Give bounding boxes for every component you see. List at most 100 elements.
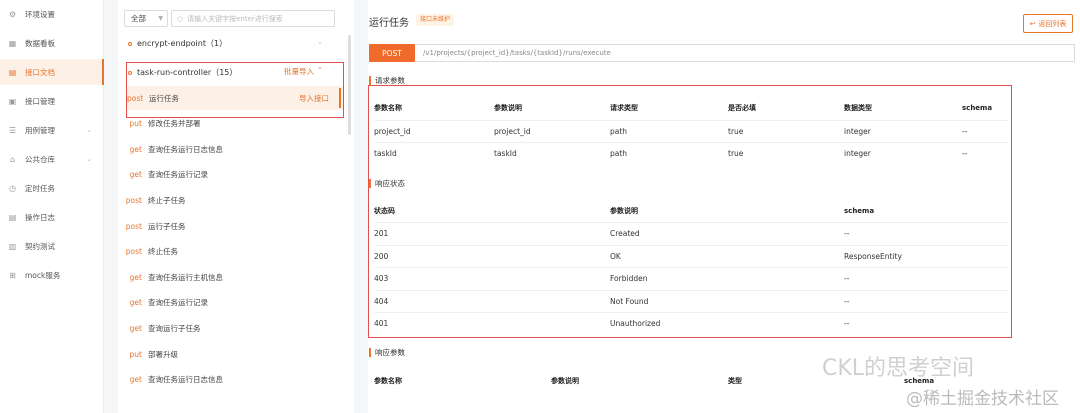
group-encrypt-endpoint[interactable]: encrypt-endpoint（1） [128,38,227,49]
table-cell: path [610,127,628,136]
back-label: 返回列表 [1038,19,1067,28]
watermark: CKL的思考空间 [822,356,975,381]
table-cell: 404 [374,296,389,306]
table-cell: 201 [374,229,389,238]
sidebar-item[interactable]: ▤ 操作日志 [0,204,104,230]
sidebar-item[interactable]: ▤ 接口文档 [0,59,104,85]
section-marker [369,179,371,188]
http-method: get [129,298,142,308]
search-input[interactable]: ○ 请输入关键字按enter进行搜索 [171,10,335,27]
table-cell: integer [844,149,871,158]
section-marker [369,348,371,357]
table-cell: OK [610,251,621,261]
table-cell: -- [962,127,968,136]
api-item[interactable]: post 终止子任务 [118,188,334,212]
group-task-run-controller[interactable]: task-run-controller（15） [128,67,237,78]
table-header: 参数名称 参数说明 请求类型 是否必填 数据类型 schema [374,97,1008,119]
sidebar-item-label: 用例管理 [25,125,55,135]
url-field[interactable]: /v1/projects/{project_id}/tasks/{taskId}… [415,44,1075,62]
http-method: post [125,247,142,257]
sidebar-item[interactable]: ▣ 接口管理 [0,88,104,114]
sidebar-item[interactable]: ⊞ mock服务 [0,262,104,288]
column-header: 参数名称 [374,104,402,112]
table-cell: Forbidden [610,274,648,283]
batch-import-link[interactable]: 批量导入 [284,66,314,77]
column-header: schema [962,104,993,112]
api-name: 部署升级 [148,349,178,359]
page-title: 运行任务 [369,18,409,29]
api-item[interactable]: get 查询任务运行日志信息 [118,368,334,392]
column-header: 类型 [728,377,742,385]
section-title: 响应状态 [375,179,405,188]
gear-icon: ⚙ [8,9,17,19]
case-icon: ☰ [8,125,17,135]
api-item[interactable]: get 查询任务运行记录 [118,291,334,315]
api-item[interactable]: post 运行任务 导入接口 [127,86,343,110]
return-icon: ↩ [1029,19,1036,28]
http-method: get [129,272,142,282]
sidebar-item-label: 数据看板 [25,38,55,48]
api-name: 查询任务运行日志信息 [148,375,223,385]
sidebar-item[interactable]: ⚙ 环境设置 [0,1,104,27]
table-cell: -- [844,274,850,283]
table-row: 403 Forbidden -- [374,267,1008,289]
api-name: 查询任务运行日志信息 [148,144,223,154]
table-cell: taskId [494,149,517,158]
api-item[interactable]: get 查询任务运行日志信息 [118,137,334,161]
http-method: post [125,221,142,231]
column-header: schema [844,207,875,215]
http-method: post [127,93,144,103]
sidebar-item[interactable]: ⌂ 公共仓库 ⌄ [0,146,104,172]
api-tree-panel: 全部 ▼ ○ 请输入关键字按enter进行搜索 encrypt-endpoint… [118,0,354,413]
method-button[interactable]: POST [369,44,415,62]
table-row: taskId taskId path true integer -- [374,142,1008,164]
table-cell: project_id [494,127,531,136]
sidebar-item[interactable]: ▥ 契约测试 [0,233,104,259]
table-cell: 401 [374,319,389,328]
api-item[interactable]: post 运行子任务 [118,214,334,238]
api-item[interactable]: get 查询任务运行主机信息 [118,265,334,289]
api-name: 运行任务 [149,93,179,103]
sidebar-item[interactable]: ◷ 定时任务 [0,175,104,201]
search-icon: ○ [177,14,184,23]
http-method: get [129,144,142,154]
api-manage-icon: ▣ [8,96,17,106]
table-row: 200 OK ResponseEntity [374,244,1008,267]
table-cell: path [610,149,628,158]
table-cell: project_id [374,127,411,136]
chevron-down-icon[interactable]: ⌄ [317,38,323,46]
back-to-list-button[interactable]: ↩ 返回列表 [1023,14,1073,33]
table-row: 404 Not Found -- [374,289,1008,312]
sidebar-item-label: 操作日志 [25,212,55,222]
column-header: 参数说明 [494,104,522,112]
api-item[interactable]: post 终止任务 [118,240,334,264]
sidebar-item-label: 接口管理 [25,96,55,106]
selected-indicator [339,88,341,108]
table-cell: -- [844,229,850,238]
table-cell: taskId [374,149,397,158]
tree-scrollbar[interactable] [348,35,351,135]
sidebar-item-label: 定时任务 [25,183,55,193]
mock-icon: ⊞ [9,270,16,280]
api-item[interactable]: put 部署升级 [118,342,334,366]
http-method: get [129,375,142,385]
document-icon: ▤ [8,67,17,77]
column-header: 参数说明 [551,377,579,385]
clock-icon: ◷ [9,183,16,193]
api-item[interactable]: get 查询运行子任务 [118,316,334,340]
chevron-up-icon[interactable]: ⌃ [317,66,323,74]
sidebar-item[interactable]: ▦ 数据看板 [0,30,104,56]
filter-select[interactable]: 全部 ▼ [124,10,168,27]
api-item[interactable]: put 修改任务并部署 [118,112,334,136]
api-name: 查询任务运行主机信息 [148,272,223,282]
sidebar-item[interactable]: ☰ 用例管理 ⌄ [0,117,104,143]
status-badge: 接口未维护 [416,14,455,26]
table-cell: -- [844,296,850,306]
table-cell: -- [962,149,968,158]
table-row: 401 Unauthorized -- [374,312,1008,334]
watermark: @稀土掘金技术社区 [906,389,1059,409]
log-icon: ▤ [8,212,17,222]
table-cell: ResponseEntity [844,251,902,261]
api-item[interactable]: get 查询任务运行记录 [118,163,334,187]
import-api-link[interactable]: 导入接口 [299,93,329,104]
